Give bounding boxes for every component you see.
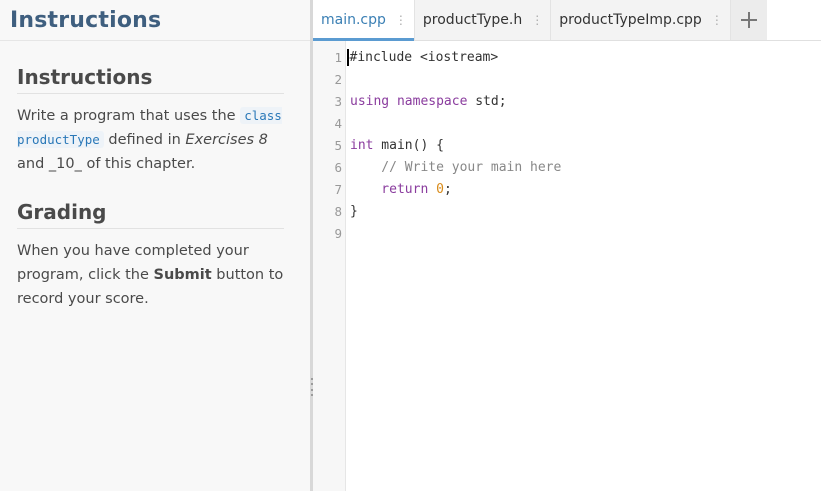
code-text: int main() {: [342, 135, 444, 157]
code-line: 7 return 0;: [313, 179, 821, 201]
line-number: 2: [334, 72, 342, 87]
submit-bold: Submit: [153, 267, 212, 283]
tab-label: productTypeImp.cpp: [559, 12, 702, 28]
file-tabs: main.cpp ⋮ productType.h ⋮ productTypeIm…: [313, 0, 821, 41]
line-number: 6: [334, 160, 342, 175]
code-text: }: [350, 204, 358, 219]
grading-heading: Grading: [17, 200, 284, 229]
code-text: return 0;: [342, 179, 452, 201]
comment-token: // Write your main here: [350, 160, 562, 175]
tab-label: main.cpp: [321, 12, 386, 28]
keyword-token: int: [350, 138, 374, 153]
panel-header: Instructions: [0, 0, 310, 41]
instructions-text: Write a program that uses the: [17, 108, 236, 124]
editor-panel: main.cpp ⋮ productType.h ⋮ productTypeIm…: [313, 0, 821, 491]
instructions-panel: Instructions Instructions Write a progra…: [0, 0, 310, 491]
grading-paragraph: When you have completed your program, cl…: [17, 239, 284, 311]
code-lines: 1 #include <iostream> 2 3 using namespac…: [313, 47, 821, 245]
grading-text: When you have completed your program, cl…: [17, 243, 249, 283]
add-file-button[interactable]: [730, 0, 767, 40]
code-text: using namespace std;: [342, 91, 507, 113]
code-line: 3 using namespace std;: [313, 91, 821, 113]
tab-producttype-h[interactable]: productType.h ⋮: [414, 0, 552, 40]
code-token: #include <iostream>: [349, 50, 499, 65]
instructions-content: Instructions Write a program that uses t…: [0, 65, 310, 311]
code-line: 9: [313, 223, 821, 245]
code-token: std;: [467, 94, 507, 109]
line-number: 8: [334, 204, 342, 219]
code-text: #include <iostream>: [342, 47, 498, 69]
code-line: 2: [313, 69, 821, 91]
code-token: ;: [443, 182, 452, 197]
code-line: 8 }: [313, 201, 821, 223]
instructions-text: defined in: [108, 132, 181, 148]
panel-title: Instructions: [10, 7, 162, 33]
tab-menu-icon[interactable]: ⋮: [395, 14, 407, 26]
plus-icon: [740, 12, 757, 28]
code-line: 4: [313, 113, 821, 135]
tabs-filler: [766, 0, 821, 40]
line-number: 9: [334, 226, 342, 241]
code-line: 6 // Write your main here: [313, 157, 821, 179]
tab-main-cpp[interactable]: main.cpp ⋮: [313, 0, 415, 41]
line-number: 3: [334, 94, 342, 109]
instructions-text: and _10_ of this chapter.: [17, 156, 196, 172]
tab-menu-icon[interactable]: ⋮: [531, 14, 543, 26]
tab-menu-icon[interactable]: ⋮: [711, 14, 723, 26]
keyword-token: return: [350, 182, 429, 197]
line-number: 7: [334, 182, 342, 197]
code-token: main() {: [373, 138, 444, 153]
line-number: 4: [334, 116, 342, 131]
tab-producttypeimp-cpp[interactable]: productTypeImp.cpp ⋮: [551, 0, 731, 40]
number-token: 0: [428, 182, 444, 197]
text-cursor: [347, 49, 349, 66]
keyword-token: using namespace: [350, 94, 468, 109]
line-number: 1: [334, 50, 342, 65]
code-editor[interactable]: 1 #include <iostream> 2 3 using namespac…: [313, 41, 821, 491]
instructions-italic: Exercises 8: [185, 132, 268, 148]
code-line: 1 #include <iostream>: [313, 47, 821, 69]
instructions-heading: Instructions: [17, 65, 284, 94]
tab-label: productType.h: [422, 12, 523, 28]
code-line: 5 int main() {: [313, 135, 821, 157]
instructions-paragraph: Write a program that uses the class prod…: [17, 104, 284, 176]
line-number: 5: [334, 138, 342, 153]
